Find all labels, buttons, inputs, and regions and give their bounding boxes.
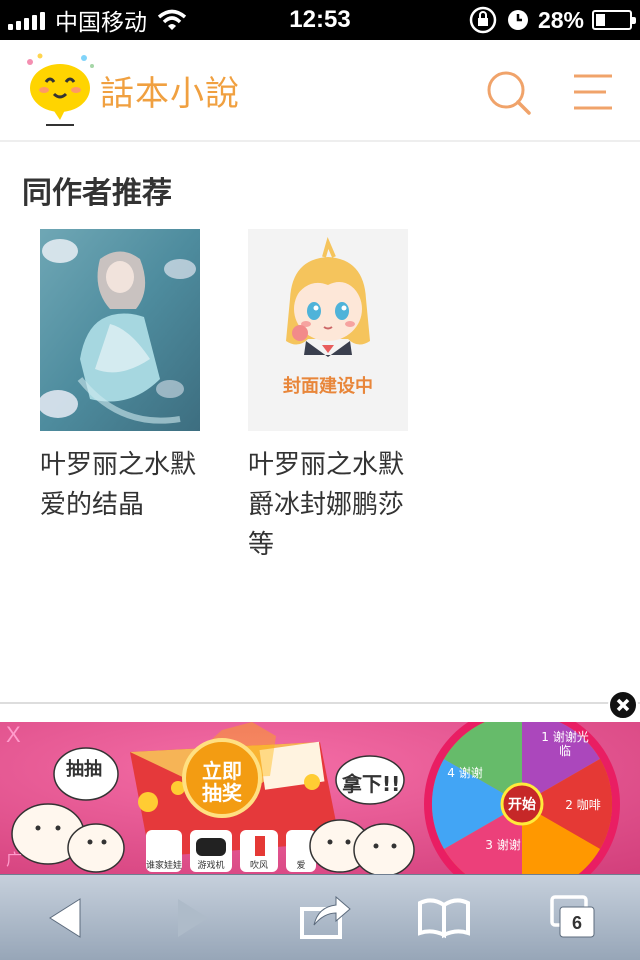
ad-prize-label: 爱 [296,861,306,871]
back-button[interactable] [36,889,96,947]
divider [0,702,640,704]
book-title[interactable]: 叶罗丽之水默爵冰封娜鹏莎等 [248,445,408,565]
share-button[interactable] [296,889,356,947]
tabs-icon: 6 [550,895,595,938]
browser-toolbar: 6 [0,874,640,960]
menu-button[interactable] [572,72,614,112]
cover-placeholder-illustration [248,229,408,431]
wheel-segment-3: 3 谢谢 [485,838,521,852]
ad-bubble-left: 抽抽 [66,759,102,780]
ad-bubble-right: 拿下!! [342,772,401,796]
book-icon [418,898,470,939]
share-icon [300,895,351,939]
tabs-count: 6 [572,913,582,933]
logo-text: 話本小說 [100,74,240,114]
bookmarks-button[interactable] [414,889,474,947]
book-card[interactable]: 封面建设中 叶罗丽之水默爵冰封娜鹏莎等 [248,229,418,565]
alarm-icon [507,10,528,30]
book-title[interactable]: 叶罗丽之水默爱的结晶 [40,445,200,525]
cover-placeholder-text: 封面建设中 [283,376,373,397]
ad-draw-button[interactable]: 立即抽奖 [196,760,248,804]
wheel-segment-2: 2 咖啡 [565,798,601,812]
ad-close-button[interactable] [608,690,638,720]
section-title: 同作者推荐 [22,176,172,211]
ad-corner-mark: X [6,722,21,747]
logo-mascot-icon [27,53,94,126]
wheel-segment-4: 4 谢谢 [447,766,483,780]
status-bar: 中国移动 12:53 28% [0,0,640,40]
book-cover[interactable] [40,229,200,431]
forward-button[interactable] [162,889,222,947]
ad-prize-label: 吹风 [249,861,268,871]
wheel-segment-1: 1 谢谢光临 [541,730,589,758]
close-icon [616,698,630,712]
ad-banner[interactable]: X 广 抽抽 拿下!! 立即抽奖 开始 1 谢谢光临 2 咖啡 3 谢谢 4 谢… [0,722,640,874]
ad-prize-label: 谁家娃娃 [145,861,182,871]
battery-icon [592,10,636,30]
book-cover[interactable]: 封面建设中 [248,229,408,431]
wheel-start-label[interactable]: 开始 [506,794,538,814]
ad-prize-label: 游戏机 [197,861,225,871]
site-header: 話本小說 [0,40,640,142]
search-button[interactable] [484,68,532,116]
site-logo[interactable]: 話本小說 [22,52,262,128]
book-card[interactable]: 叶罗丽之水默爱的结晶 [40,229,210,525]
battery-percentage: 28% [537,6,584,33]
tabs-button[interactable]: 6 [546,889,606,947]
ad-corner-label: 广 [6,850,23,869]
hamburger-menu-icon [574,74,612,110]
forward-arrow-icon [178,899,208,937]
doll-illustration-image [40,229,200,431]
rotation-lock-icon [469,6,497,34]
back-arrow-icon [49,898,81,938]
search-icon [487,71,531,115]
